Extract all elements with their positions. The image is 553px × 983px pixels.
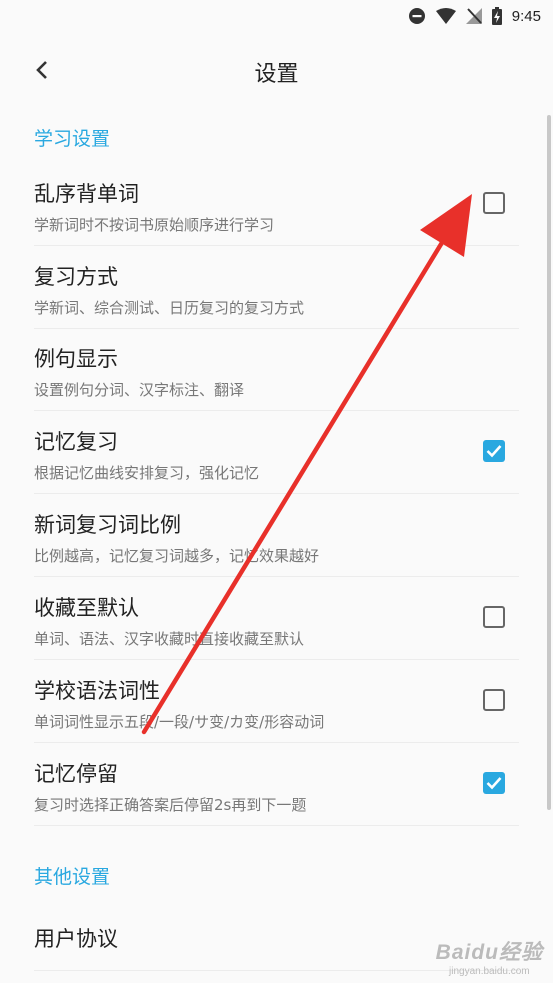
watermark-logo: Baidu经验 bbox=[435, 941, 543, 964]
school-grammar-checkbox[interactable] bbox=[483, 689, 505, 711]
memory-pause-checkbox[interactable] bbox=[483, 772, 505, 794]
memory-review-checkbox[interactable] bbox=[483, 440, 505, 462]
shuffle-words-checkbox[interactable] bbox=[483, 192, 505, 214]
setting-school-grammar[interactable]: 学校语法词性 单词词性显示五段/一段/サ变/カ变/形容动词 bbox=[0, 661, 553, 743]
setting-title: 例句显示 bbox=[34, 347, 118, 371]
status-bar: 9:45 bbox=[0, 0, 553, 32]
watermark-url: jingyan.baidu.com bbox=[449, 966, 530, 977]
do-not-disturb-icon bbox=[408, 8, 425, 24]
setting-collect-default[interactable]: 收藏至默认 单词、语法、汉字收藏时直接收藏至默认 bbox=[0, 578, 553, 660]
setting-title: 用户协议 bbox=[34, 927, 118, 951]
setting-title: 记忆复习 bbox=[34, 430, 118, 454]
setting-subtitle: 学新词、综合测试、日历复习的复习方式 bbox=[34, 299, 305, 317]
divider bbox=[34, 493, 519, 494]
check-icon bbox=[486, 445, 502, 458]
setting-title: 记忆停留 bbox=[34, 762, 118, 786]
setting-title: 新词复习词比例 bbox=[34, 513, 181, 537]
cellular-signal-icon bbox=[465, 8, 482, 24]
setting-title: 收藏至默认 bbox=[34, 596, 139, 620]
setting-subtitle: 比例越高，记忆复习词越多，记忆效果越好 bbox=[34, 547, 320, 565]
setting-shuffle-words[interactable]: 乱序背单词 学新词时不按词书原始顺序进行学习 bbox=[0, 164, 553, 246]
setting-title: 复习方式 bbox=[34, 265, 118, 289]
section-header-other: 其他设置 bbox=[34, 866, 111, 888]
divider bbox=[34, 245, 519, 246]
collect-default-checkbox[interactable] bbox=[483, 606, 505, 628]
check-icon bbox=[486, 777, 502, 790]
divider bbox=[34, 742, 519, 743]
setting-title: 乱序背单词 bbox=[34, 182, 139, 206]
page-title: 设置 bbox=[254, 62, 299, 87]
setting-subtitle: 学新词时不按词书原始顺序进行学习 bbox=[34, 216, 275, 234]
divider bbox=[34, 410, 519, 411]
baidu-watermark: Baidu经验 jingyan.baidu.com bbox=[436, 936, 543, 977]
setting-subtitle: 设置例句分词、汉字标注、翻译 bbox=[34, 381, 245, 399]
section-header-study: 学习设置 bbox=[34, 128, 111, 150]
setting-subtitle: 复习时选择正确答案后停留2s再到下一题 bbox=[34, 796, 307, 814]
divider bbox=[34, 659, 519, 660]
setting-review-mode[interactable]: 复习方式 学新词、综合测试、日历复习的复习方式 bbox=[0, 247, 553, 329]
setting-subtitle: 单词词性显示五段/一段/サ变/カ变/形容动词 bbox=[34, 713, 325, 731]
setting-subtitle: 单词、语法、汉字收藏时直接收藏至默认 bbox=[34, 630, 305, 648]
app-bar: 设置 bbox=[0, 32, 553, 110]
divider bbox=[34, 576, 519, 577]
setting-memory-review[interactable]: 记忆复习 根据记忆曲线安排复习，强化记忆 bbox=[0, 412, 553, 494]
setting-memory-pause[interactable]: 记忆停留 复习时选择正确答案后停留2s再到下一题 bbox=[0, 744, 553, 826]
setting-new-review-ratio[interactable]: 新词复习词比例 比例越高，记忆复习词越多，记忆效果越好 bbox=[0, 495, 553, 577]
setting-example-display[interactable]: 例句显示 设置例句分词、汉字标注、翻译 bbox=[0, 329, 553, 411]
status-time: 9:45 bbox=[511, 7, 541, 25]
setting-subtitle: 根据记忆曲线安排复习，强化记忆 bbox=[34, 464, 260, 482]
wifi-icon bbox=[435, 8, 456, 24]
setting-title: 学校语法词性 bbox=[34, 679, 160, 703]
divider bbox=[34, 825, 519, 826]
battery-charging-icon bbox=[491, 7, 502, 25]
